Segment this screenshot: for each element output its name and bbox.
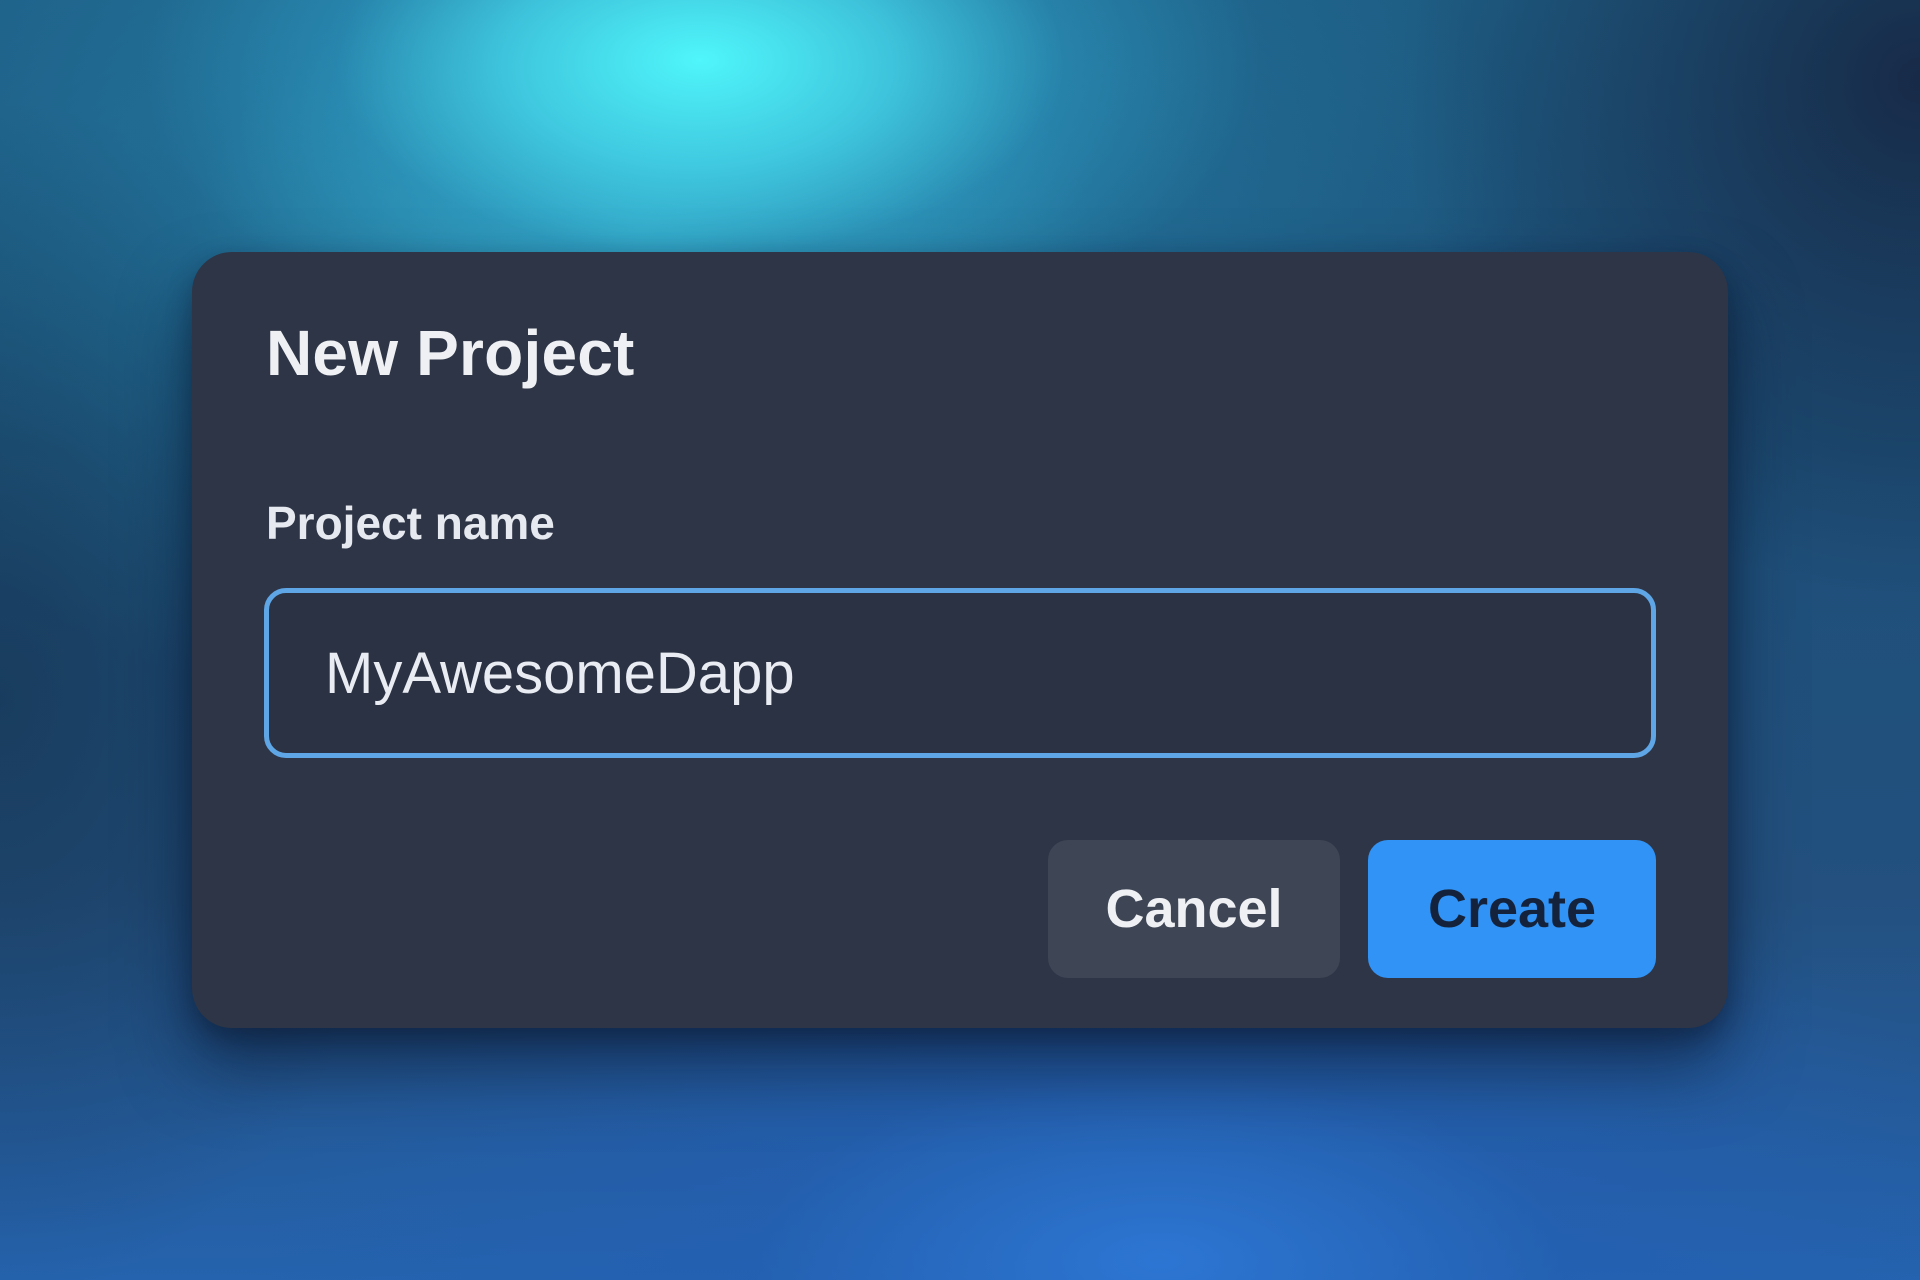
create-button[interactable]: Create [1368, 840, 1656, 978]
project-name-label: Project name [266, 497, 555, 549]
project-name-input[interactable] [264, 588, 1656, 758]
dialog-title: New Project [266, 317, 635, 389]
cancel-button[interactable]: Cancel [1048, 840, 1340, 978]
new-project-dialog: New Project Project name Cancel Create [192, 252, 1728, 1028]
